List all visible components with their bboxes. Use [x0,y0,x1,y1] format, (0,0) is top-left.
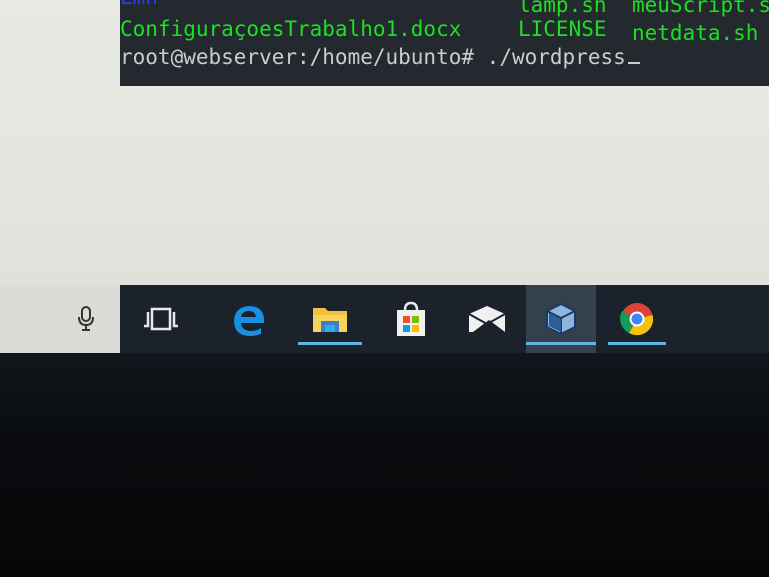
terminal-cursor [627,62,640,64]
mail-icon [468,306,506,332]
monitor-bezel [0,353,769,577]
taskbar [0,285,769,353]
terminal-file-entry: lamp.sh [518,0,607,17]
task-view-icon [144,307,178,331]
task-view-button[interactable] [130,285,192,353]
store-icon [397,301,425,336]
running-indicator [608,342,666,345]
terminal-file-entry: LICENSE [518,17,607,41]
terminal-prompt: root@webserver:/home/ubunto# [120,45,475,69]
running-indicator [526,342,596,345]
store-button[interactable] [380,285,442,353]
terminal-file-entry: ConfiguraçoesTrabalho1.docx [120,17,462,41]
terminal-prompt-line: root@webserver:/home/ubunto# ./wordpress [120,46,640,68]
terminal-window[interactable]: Lmh lamp.sh meuScript.s ConfiguraçoesTra… [120,0,769,86]
cortana-button[interactable] [62,285,110,353]
terminal-file-entry: meuScript.s [632,0,769,17]
virtualbox-icon [546,302,576,336]
mail-button[interactable] [456,285,518,353]
terminal-command: ./wordpress [486,45,626,69]
edge-button[interactable] [218,285,280,353]
desktop-screen: Lmh lamp.sh meuScript.s ConfiguraçoesTra… [0,0,769,285]
file-explorer-icon [313,308,347,332]
terminal-dir-entry: Lmh [120,0,158,8]
terminal-file-entry: netdata.sh [632,21,759,45]
microphone-icon [78,306,94,331]
edge-icon [234,306,264,336]
running-indicator [298,342,362,345]
chrome-icon [620,303,654,336]
